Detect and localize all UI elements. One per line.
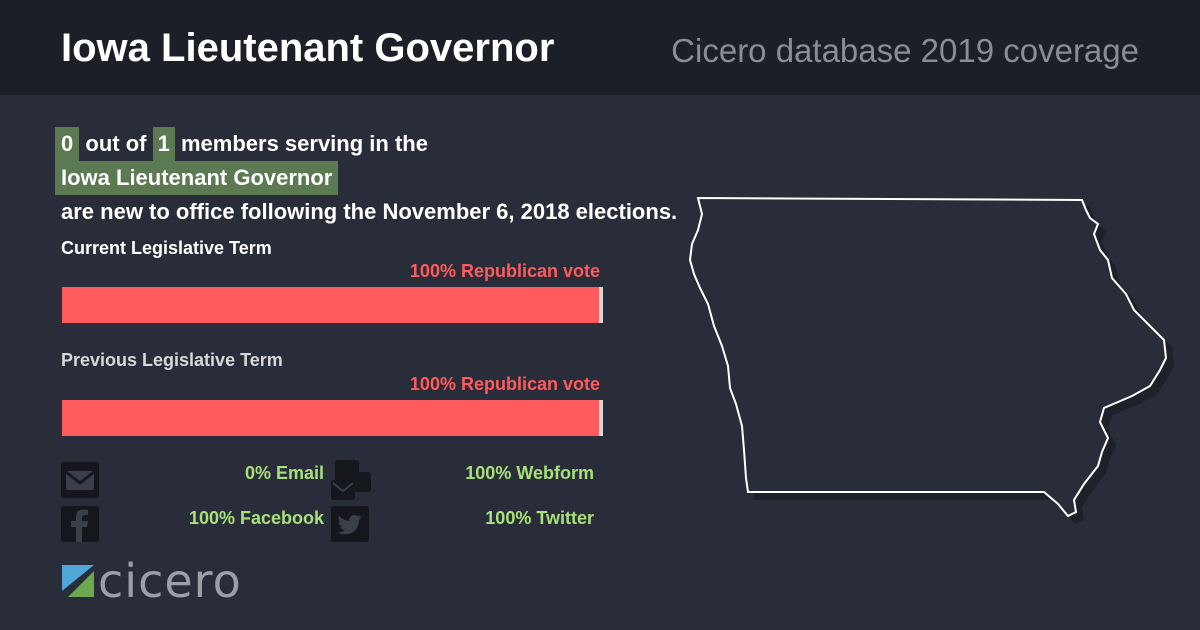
twitter-percent: 100% Twitter [485,508,594,528]
header-bar: Iowa Lieutenant Governor Cicero database… [0,0,1200,95]
current-term-bar [62,287,603,323]
twitter-icon [331,506,369,542]
current-vote-label: 100% Republican vote [409,261,600,281]
body-name-highlight: Iowa Lieutenant Governor [55,161,339,195]
iowa-map [688,196,1175,525]
members-text: members serving in the [180,131,428,156]
previous-term-bar [62,400,603,436]
cicero-logo-text: cicero [98,554,242,608]
new-count-highlight: 0 [55,127,80,161]
email-icon [61,462,99,498]
current-term-label: Current Legislative Term [61,238,272,258]
cicero-logo-mark [62,565,94,597]
current-republican-fill [62,287,600,323]
out-of-text: out of [85,131,147,156]
webform-percent: 100% Webform [465,463,594,483]
headline-line-3: are new to office following the November… [61,199,678,224]
webform-icon [331,460,371,500]
headline: 0 out of 1 members serving in the Iowa L… [55,127,678,229]
total-count-highlight: 1 [152,127,175,161]
cicero-logo: cicero [62,554,242,608]
iowa-outline [688,196,1168,518]
facebook-percent: 100% Facebook [188,508,324,528]
email-percent: 0% Email [244,463,324,483]
headline-line-1: 0 out of 1 members serving in the [55,127,677,161]
previous-republican-fill [62,400,600,436]
previous-term-label: Previous Legislative Term [61,350,283,370]
page-title: Iowa Lieutenant Governor [61,26,555,70]
previous-vote-label: 100% Republican vote [409,374,600,394]
page-subtitle: Cicero database 2019 coverage [671,32,1139,69]
facebook-icon [61,506,99,542]
headline-line-2: Iowa Lieutenant Governor [55,161,677,195]
